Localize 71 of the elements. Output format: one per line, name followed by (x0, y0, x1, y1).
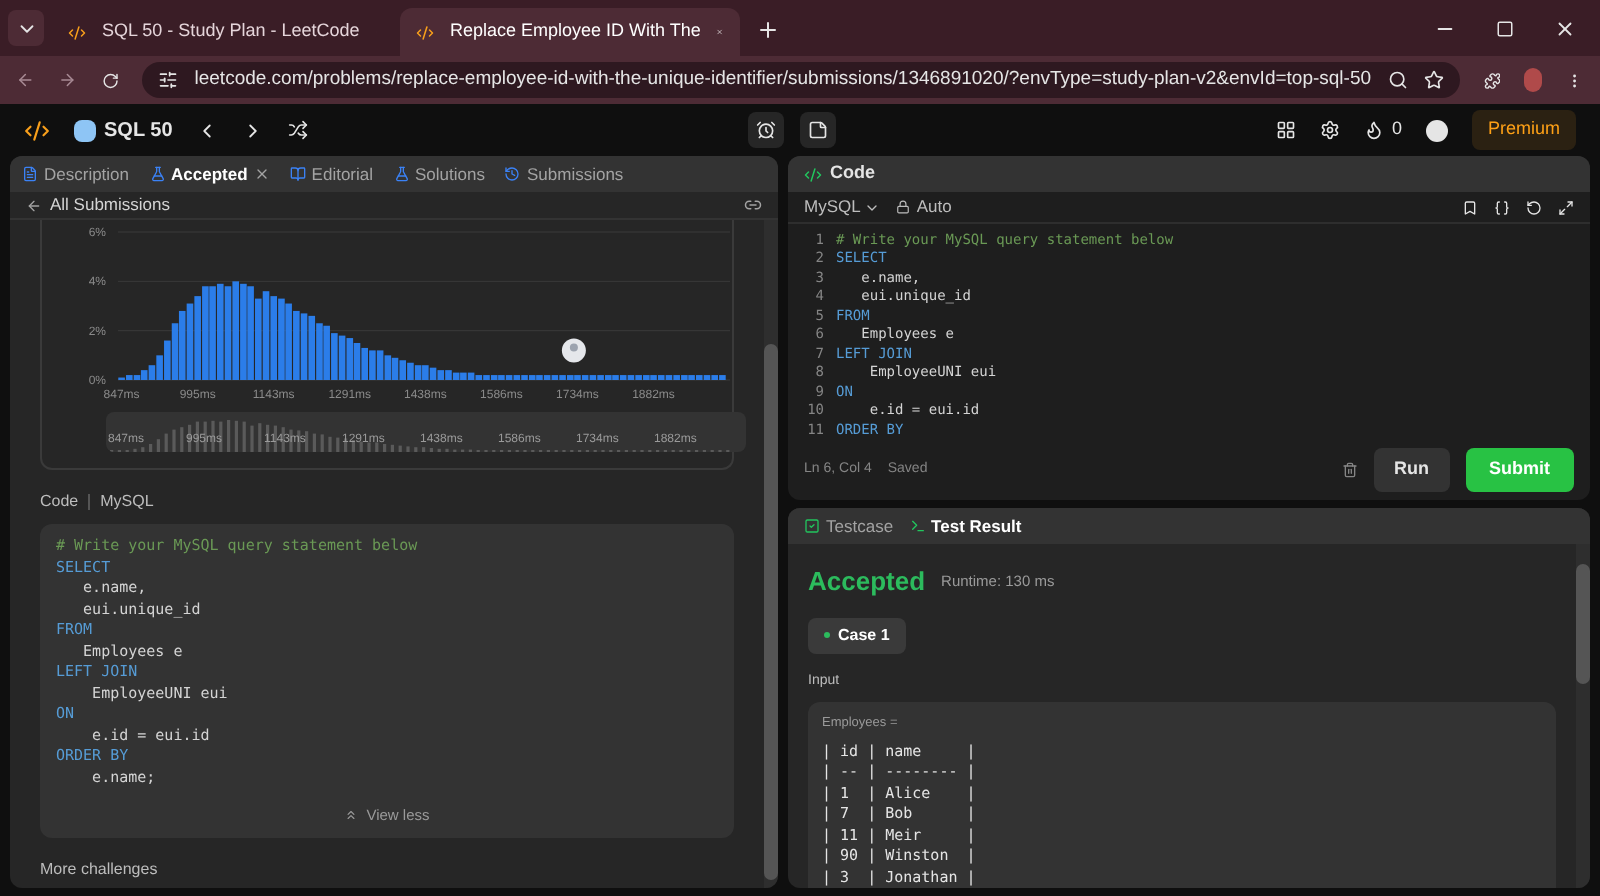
editor-title: Code (830, 160, 875, 187)
run-button[interactable]: Run (1374, 448, 1449, 492)
tab-icon (393, 166, 410, 182)
lock-icon (896, 200, 911, 214)
address-bar[interactable]: leetcode.com/problems/replace-employee-id-with-the-unique-identifier/submissions/1346891020/?envType=study-plan-v2&envId=top-sql-50 (142, 62, 1460, 98)
language-label: MySQL (100, 490, 154, 514)
forward-icon (58, 68, 78, 92)
bookmark-icon (1462, 199, 1478, 215)
user-avatar-icon (561, 338, 586, 363)
auto-mode-label: Auto (916, 194, 952, 220)
leetcode-logo-icon (68, 23, 86, 41)
layout-icon (1275, 120, 1296, 140)
code-icon (804, 165, 822, 183)
collapse-icon (344, 808, 359, 823)
bookmark-star-icon (1423, 70, 1444, 90)
note-icon (808, 120, 829, 140)
streak-icon (1363, 120, 1384, 140)
code-label: Code (40, 490, 79, 514)
accepted-status: Accepted (808, 564, 926, 600)
leetcode-logo-icon (416, 23, 434, 41)
site-settings-icon (158, 70, 179, 90)
tab-icon (289, 166, 306, 182)
notes-button[interactable] (800, 112, 837, 148)
format-icon (1494, 199, 1510, 215)
panel-tab[interactable]: Editorial (285, 161, 378, 187)
panel-tab[interactable]: Submissions (500, 161, 628, 187)
alarm-clock-icon (756, 120, 777, 140)
timer-button[interactable] (748, 112, 785, 148)
tab-search-button[interactable] (8, 10, 44, 46)
new-tab-icon (756, 18, 780, 42)
browser-tab[interactable]: Replace Employee ID With The (400, 8, 740, 56)
link-icon (744, 196, 762, 214)
back-arrow-icon (26, 197, 42, 213)
expand-icon (1558, 199, 1574, 215)
scrollbar[interactable] (1576, 544, 1590, 888)
tab-icon (804, 518, 820, 534)
panel-tab[interactable]: Description (18, 161, 134, 187)
more-challenges-heading: More challenges (40, 858, 160, 883)
url-text: leetcode.com/problems/replace-employee-id-with-the-unique-identifier/submissions/1346891020/?envType=study-plan-v2&envId=top-sql-50 (194, 65, 1372, 94)
problem-list-title[interactable]: SQL 50 (104, 115, 173, 145)
tab-icon (22, 166, 38, 182)
back-icon (16, 68, 35, 92)
tab-title: Replace Employee ID With The (450, 18, 701, 45)
language-selector[interactable]: MySQL (804, 194, 881, 220)
tab-icon (909, 518, 926, 534)
shuffle-icon (288, 120, 309, 140)
panel-tab[interactable]: Accepted (145, 161, 274, 187)
browser-tab[interactable]: SQL 50 - Study Plan - LeetCode (52, 8, 392, 56)
result-tab[interactable]: Test Result (909, 513, 1022, 539)
scrollbar[interactable] (764, 220, 778, 888)
all-submissions-link[interactable]: All Submissions (50, 192, 736, 218)
streak-count: 0 (1391, 116, 1402, 143)
case-tab[interactable]: Case 1 (808, 617, 906, 653)
extensions-icon (1483, 69, 1501, 91)
tab-icon (504, 166, 521, 182)
tab-title: SQL 50 - Study Plan - LeetCode (102, 18, 360, 45)
settings-icon (1319, 120, 1340, 140)
premium-button[interactable]: Premium (1471, 110, 1576, 150)
study-plan-icon (74, 119, 96, 141)
close-icon[interactable] (253, 166, 270, 182)
close-window-icon (1554, 18, 1576, 40)
panel-tab[interactable]: Solutions (389, 161, 489, 187)
restore-icon (1496, 20, 1514, 38)
leetcode-logo-icon (24, 117, 50, 143)
zoom-icon (1387, 70, 1408, 90)
reload-icon (101, 69, 119, 91)
result-tab[interactable]: Testcase (804, 513, 894, 539)
avatar-icon[interactable] (1425, 119, 1448, 141)
trash-icon (1342, 462, 1358, 478)
reset-icon (1526, 199, 1542, 215)
tab-icon (149, 166, 166, 182)
